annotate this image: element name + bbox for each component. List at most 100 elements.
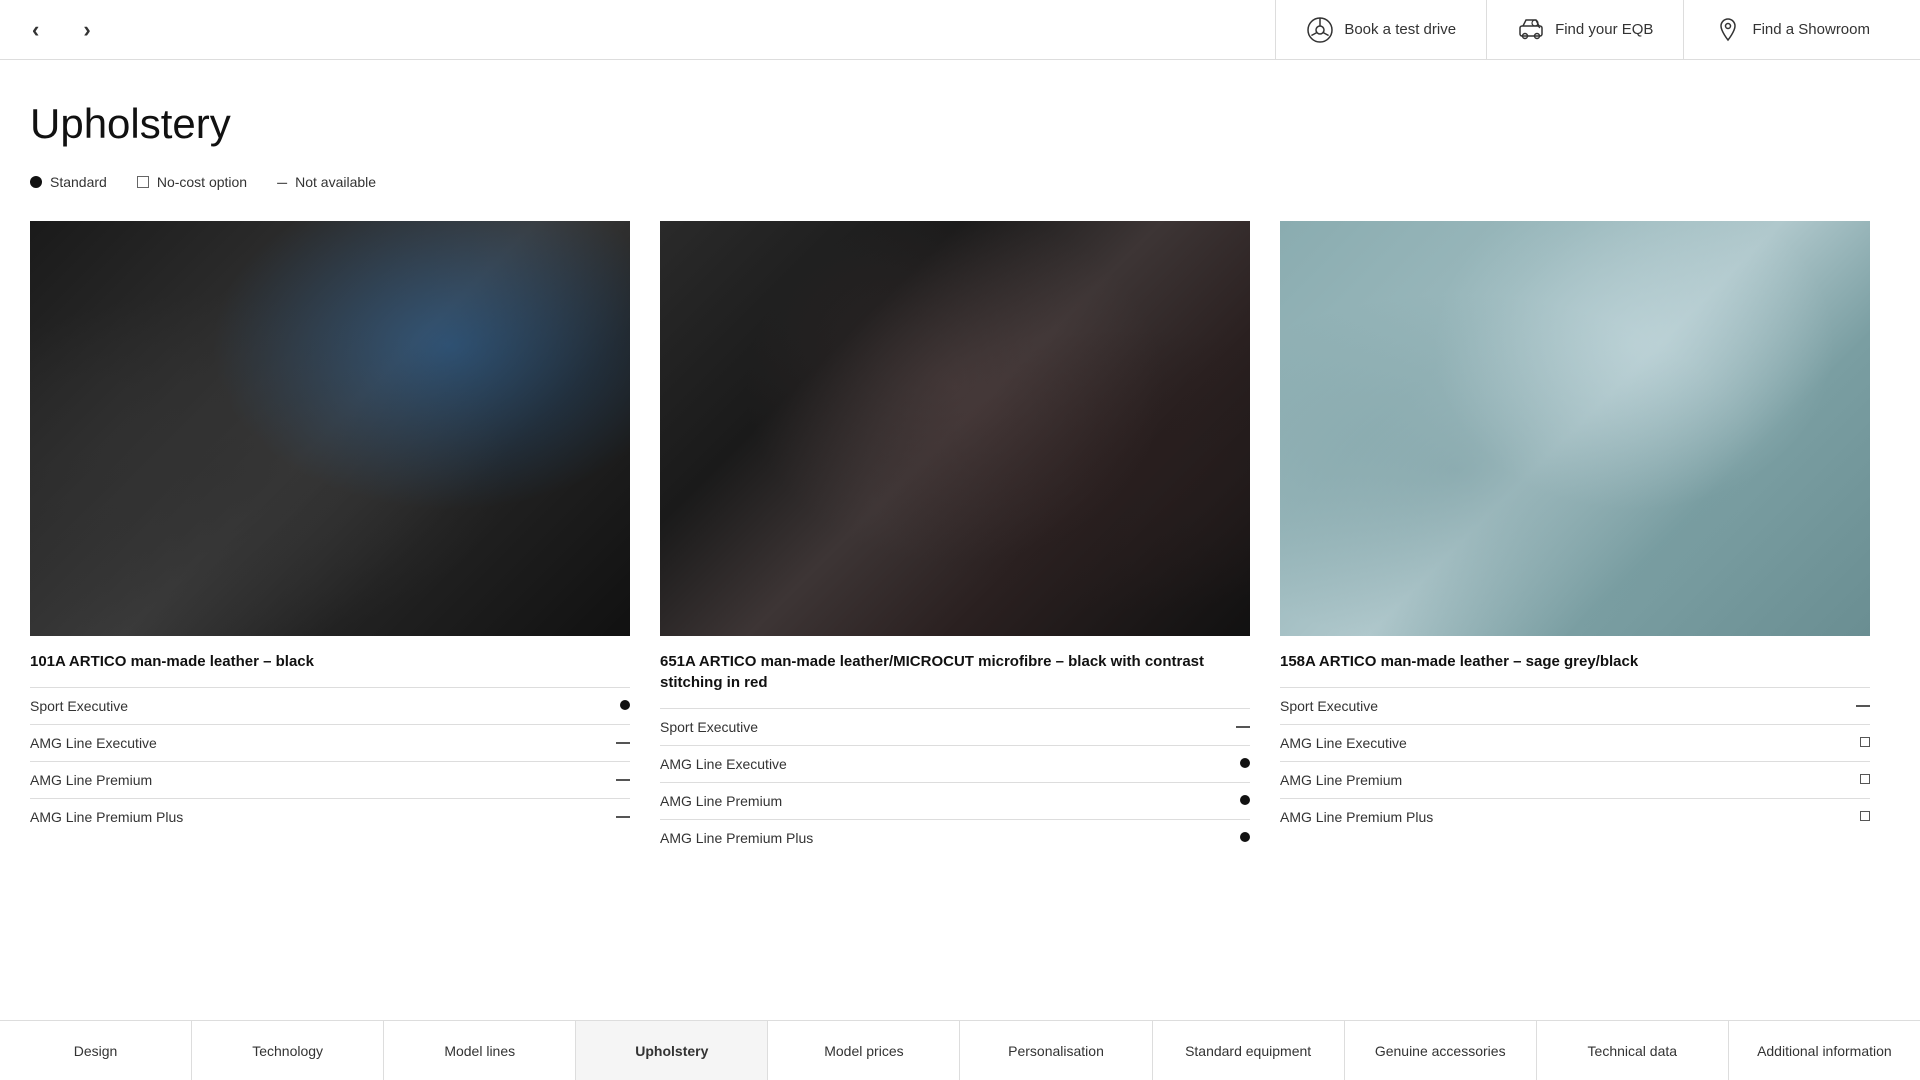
spec-value <box>1201 709 1250 746</box>
table-row: AMG Line Executive <box>1280 725 1870 762</box>
table-row: AMG Line Executive <box>30 725 630 762</box>
spec-label: AMG Line Executive <box>30 725 580 762</box>
spec-value <box>1821 799 1870 836</box>
upholstery-card-2: 651A ARTICO man-made leather/MICROCUT mi… <box>650 221 1270 856</box>
legend-standard: Standard <box>30 174 107 190</box>
table-row: Sport Executive <box>660 709 1250 746</box>
table-row: AMG Line Executive <box>660 746 1250 783</box>
spec-label: AMG Line Premium <box>30 762 580 799</box>
specs-table-1: Sport Executive AMG Line Executive AMG L… <box>30 687 630 835</box>
nav-label-technology: Technology <box>252 1043 323 1059</box>
spec-value <box>580 688 630 725</box>
legend: Standard No-cost option – Not available <box>30 173 1890 191</box>
spec-label: AMG Line Executive <box>1280 725 1821 762</box>
find-eqb-btn[interactable]: Find your EQB <box>1486 0 1683 59</box>
upholstery-card-3: 158A ARTICO man-made leather – sage grey… <box>1270 221 1890 856</box>
dash-icon <box>616 742 630 744</box>
find-showroom-btn[interactable]: Find a Showroom <box>1683 0 1900 59</box>
nav-label-upholstery: Upholstery <box>635 1043 708 1059</box>
dash-icon <box>1236 726 1250 728</box>
nav-item-technology[interactable]: Technology <box>192 1021 384 1080</box>
cards-container: 101A ARTICO man-made leather – black Spo… <box>30 221 1890 856</box>
spec-value <box>1201 783 1250 820</box>
upholstery-card-1: 101A ARTICO man-made leather – black Spo… <box>30 221 650 856</box>
spec-value <box>1821 688 1870 725</box>
location-pin-icon <box>1714 16 1742 44</box>
spec-value <box>1821 762 1870 799</box>
header-actions: Book a test drive Find your EQB Find a S… <box>1275 0 1900 59</box>
find-showroom-label: Find a Showroom <box>1752 21 1870 38</box>
no-cost-square-icon <box>137 176 149 188</box>
spec-value <box>1201 746 1250 783</box>
nav-item-personalisation[interactable]: Personalisation <box>960 1021 1152 1080</box>
book-test-drive-btn[interactable]: Book a test drive <box>1275 0 1486 59</box>
no-cost-label: No-cost option <box>157 174 247 190</box>
spec-label: AMG Line Premium Plus <box>30 799 580 836</box>
nav-item-model-prices[interactable]: Model prices <box>768 1021 960 1080</box>
legend-no-cost: No-cost option <box>137 174 247 190</box>
spec-label: AMG Line Premium <box>660 783 1201 820</box>
nav-item-technical-data[interactable]: Technical data <box>1537 1021 1729 1080</box>
card-title-3: 158A ARTICO man-made leather – sage grey… <box>1280 651 1870 672</box>
table-row: AMG Line Premium <box>30 762 630 799</box>
nav-label-technical-data: Technical data <box>1588 1043 1678 1059</box>
spec-value <box>1821 725 1870 762</box>
next-arrow[interactable]: › <box>71 9 102 51</box>
spec-label: AMG Line Premium <box>1280 762 1821 799</box>
spec-label: AMG Line Premium Plus <box>660 820 1201 857</box>
car-search-icon <box>1517 16 1545 44</box>
prev-arrow[interactable]: ‹ <box>20 9 51 51</box>
table-row: AMG Line Premium Plus <box>1280 799 1870 836</box>
square-icon <box>1860 737 1870 747</box>
standard-label: Standard <box>50 174 107 190</box>
spec-value <box>580 799 630 836</box>
square-icon <box>1860 774 1870 784</box>
specs-table-3: Sport Executive AMG Line Executive AMG L… <box>1280 687 1870 835</box>
upholstery-image-3 <box>1280 221 1870 636</box>
dot-icon <box>1240 758 1250 768</box>
table-row: AMG Line Premium Plus <box>660 820 1250 857</box>
nav-label-genuine-accessories: Genuine accessories <box>1375 1043 1506 1059</box>
dash-icon <box>616 779 630 781</box>
card-title-1: 101A ARTICO man-made leather – black <box>30 651 630 672</box>
nav-label-design: Design <box>74 1043 118 1059</box>
nav-item-design[interactable]: Design <box>0 1021 192 1080</box>
spec-value <box>580 725 630 762</box>
square-icon <box>1860 811 1870 821</box>
header: ‹ › Book a test drive Find your EQB <box>0 0 1920 60</box>
steering-wheel-icon <box>1306 16 1334 44</box>
not-available-label: Not available <box>295 174 376 190</box>
main-content: Upholstery Standard No-cost option – Not… <box>0 60 1920 876</box>
table-row: Sport Executive <box>30 688 630 725</box>
nav-arrows: ‹ › <box>20 9 103 51</box>
book-test-drive-label: Book a test drive <box>1344 21 1456 38</box>
upholstery-image-2 <box>660 221 1250 636</box>
nav-label-model-prices: Model prices <box>824 1043 903 1059</box>
dot-icon <box>620 700 630 710</box>
spec-label: Sport Executive <box>30 688 580 725</box>
spec-value <box>580 762 630 799</box>
bottom-nav: Design Technology Model lines Upholstery… <box>0 1020 1920 1080</box>
card-title-2: 651A ARTICO man-made leather/MICROCUT mi… <box>660 651 1250 693</box>
nav-label-additional-info: Additional information <box>1757 1043 1892 1059</box>
nav-label-personalisation: Personalisation <box>1008 1043 1104 1059</box>
nav-item-upholstery[interactable]: Upholstery <box>576 1021 768 1080</box>
nav-item-standard-equipment[interactable]: Standard equipment <box>1153 1021 1345 1080</box>
dash-icon <box>616 816 630 818</box>
nav-item-genuine-accessories[interactable]: Genuine accessories <box>1345 1021 1537 1080</box>
table-row: AMG Line Premium <box>1280 762 1870 799</box>
find-eqb-label: Find your EQB <box>1555 21 1653 38</box>
dot-icon <box>1240 832 1250 842</box>
specs-table-2: Sport Executive AMG Line Executive AMG L… <box>660 708 1250 856</box>
nav-item-model-lines[interactable]: Model lines <box>384 1021 576 1080</box>
dash-icon <box>1856 705 1870 707</box>
spec-label: Sport Executive <box>660 709 1201 746</box>
spec-label: AMG Line Executive <box>660 746 1201 783</box>
table-row: AMG Line Premium Plus <box>30 799 630 836</box>
table-row: AMG Line Premium <box>660 783 1250 820</box>
dot-icon <box>1240 795 1250 805</box>
legend-not-available: – Not available <box>277 173 376 191</box>
page-title: Upholstery <box>30 100 1890 148</box>
nav-item-additional-info[interactable]: Additional information <box>1729 1021 1920 1080</box>
spec-value <box>1201 820 1250 857</box>
